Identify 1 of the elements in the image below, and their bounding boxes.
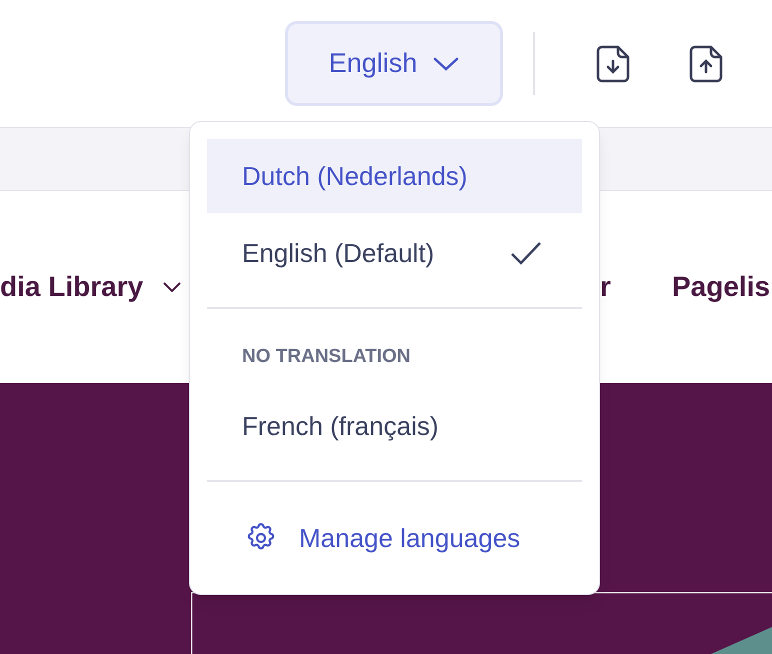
section-heading: NO TRANSLATION (241, 344, 412, 369)
